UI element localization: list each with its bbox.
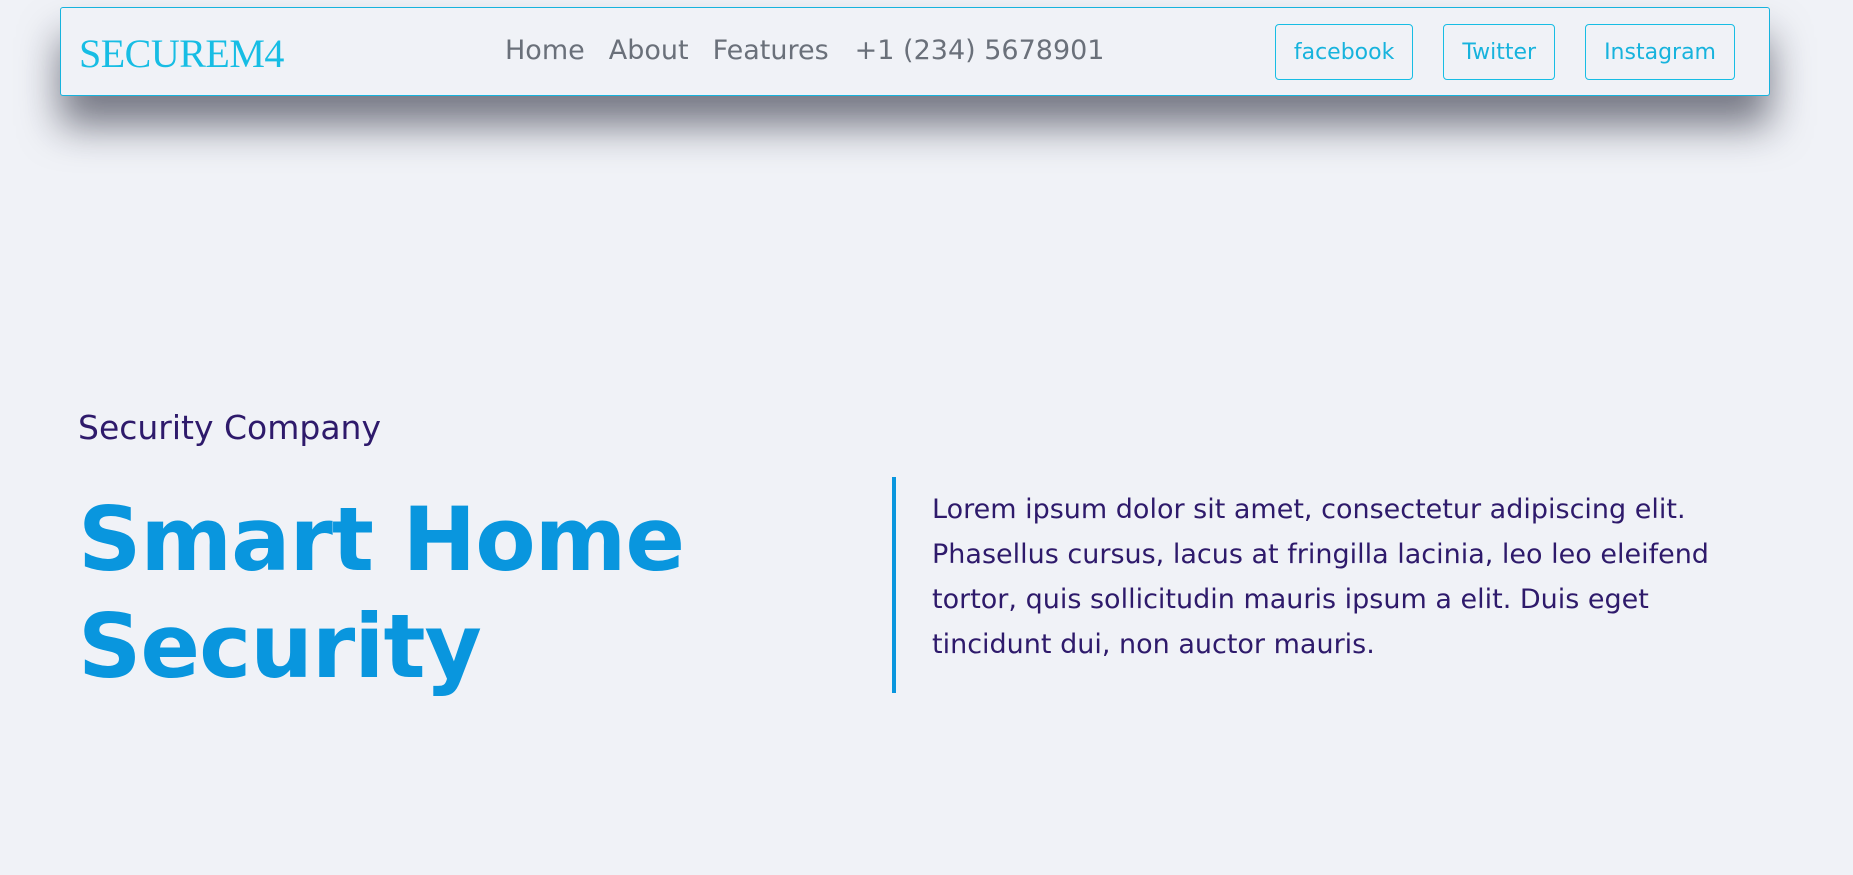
twitter-button[interactable]: Twitter	[1443, 24, 1556, 80]
hero-eyebrow: Security Company	[78, 408, 381, 447]
hero-headline-line2: Security	[78, 594, 482, 698]
hero-description: Lorem ipsum dolor sit amet, consectetur …	[932, 494, 1709, 660]
facebook-button[interactable]: facebook	[1274, 24, 1414, 80]
nav-home-link[interactable]: Home	[505, 35, 585, 67]
brand-logo[interactable]: SECUREM4	[79, 34, 284, 74]
hero-divider	[892, 477, 896, 693]
nav-phone-link[interactable]: +1 (234) 5678901	[855, 35, 1105, 67]
instagram-button[interactable]: Instagram	[1585, 24, 1735, 80]
hero-headline: Smart Home Security	[78, 486, 838, 701]
nav-features-link[interactable]: Features	[713, 35, 829, 67]
page: SECUREM4 Home About Features +1 (234) 56…	[0, 0, 1853, 875]
hero-heading-block: Security Company Smart Home Security	[78, 408, 838, 700]
hero-headline-line1: Smart Home	[78, 487, 685, 591]
navbar: SECUREM4 Home About Features +1 (234) 56…	[60, 7, 1770, 96]
main-nav: Home About Features +1 (234) 5678901	[505, 35, 1105, 67]
nav-about-link[interactable]: About	[609, 35, 689, 67]
social-buttons: facebook Twitter Instagram	[1274, 24, 1735, 80]
